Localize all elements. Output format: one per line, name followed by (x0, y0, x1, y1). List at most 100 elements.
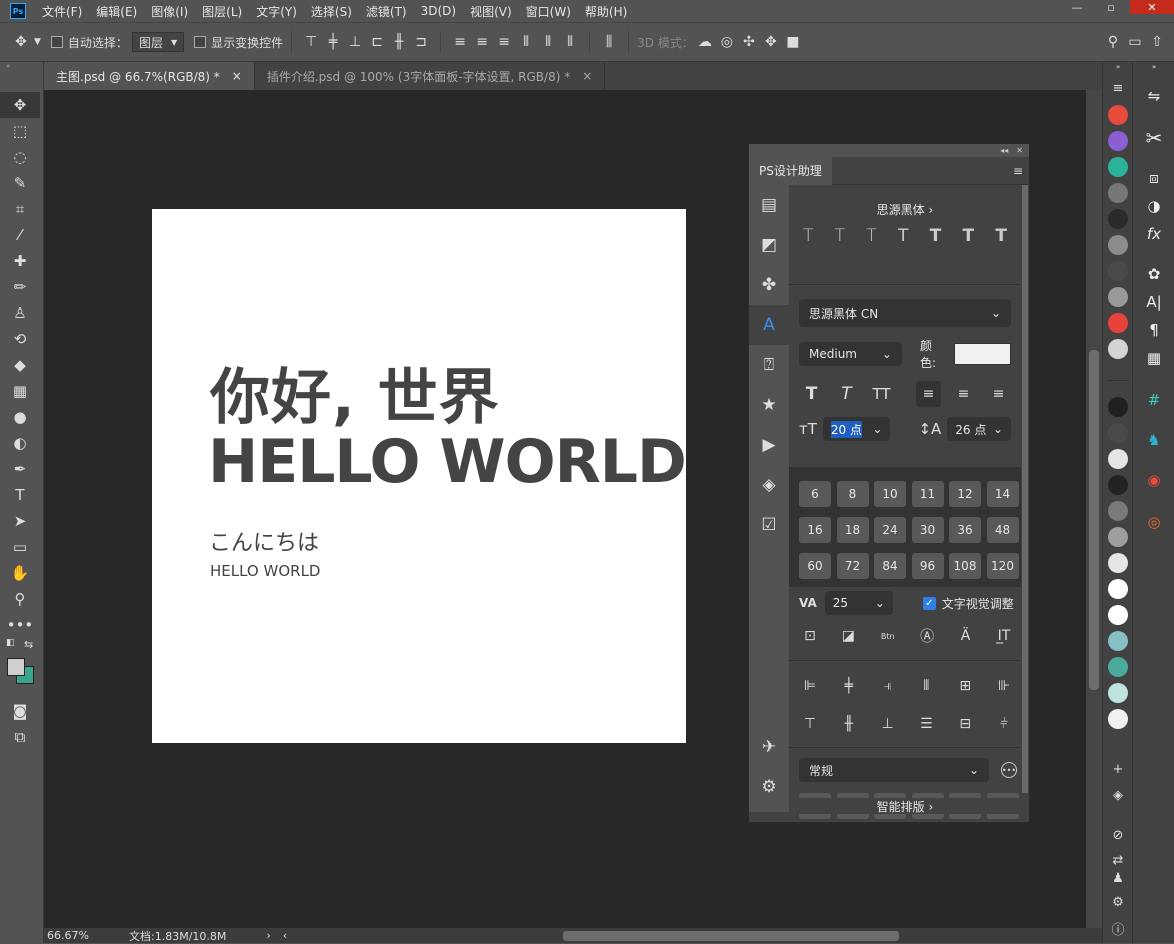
menu-3d[interactable]: 3D(D) (421, 4, 456, 18)
color-swatch[interactable] (1108, 209, 1128, 229)
color-swatch[interactable] (1108, 287, 1128, 307)
checklist-icon[interactable]: ☑ (749, 505, 789, 545)
color-swatch[interactable] (1108, 397, 1128, 417)
horizontal-scrollbar[interactable] (293, 930, 1102, 941)
shapes-icon[interactable]: ◩ (749, 225, 789, 265)
zoom-tool-icon[interactable]: ⚲ (0, 586, 40, 612)
plugin-hash-icon[interactable]: # (1133, 388, 1174, 412)
auto-align-icon[interactable]: ⫼ (598, 31, 620, 53)
color-swatch[interactable] (1108, 105, 1128, 125)
close-panel-icon[interactable]: ✕ (1016, 146, 1023, 155)
menu-type[interactable]: 文字(Y) (256, 3, 297, 20)
layer-distribute-h-icon[interactable]: ⦀ (913, 673, 939, 699)
text-baseline-icon[interactable]: I̲T (991, 623, 1017, 649)
size-preset-button[interactable]: 96 (911, 553, 944, 579)
screen-mode-icon[interactable]: ⧉ (0, 724, 40, 750)
marquee-tool-icon[interactable]: ⬚ (0, 118, 40, 144)
weight-normal[interactable]: T (866, 226, 876, 246)
gradient-tool-icon[interactable]: ▦ (0, 378, 40, 404)
3d-panel-icon[interactable]: ⧈ (1133, 166, 1174, 190)
play-action-icon[interactable]: ▶ (749, 425, 789, 465)
menu-window[interactable]: 窗口(W) (526, 3, 571, 20)
tab-main-psd[interactable]: 主图.psd @ 66.7%(RGB/8) * × (44, 62, 255, 90)
move-tool-icon[interactable]: ✥ (0, 92, 40, 118)
weight-bold[interactable]: T (963, 226, 975, 246)
size-preset-button[interactable]: 10 (874, 481, 906, 507)
line-height-select[interactable]: 26 点 ⌄ (947, 417, 1011, 441)
eyedropper-tool-icon[interactable]: ⁄ (0, 222, 40, 248)
layer-align-top-icon[interactable]: ⊤ (797, 711, 823, 737)
text-layer-chinese[interactable]: 你好, 世界 (210, 349, 500, 436)
settings-gear-icon[interactable]: ⚙ (749, 767, 789, 807)
close-icon[interactable]: × (582, 69, 592, 83)
maximize-icon[interactable]: ▫ (1096, 0, 1126, 14)
color-swatch[interactable] (1108, 183, 1128, 203)
text-frame-icon[interactable]: ◪ (835, 623, 861, 649)
theme-icon[interactable]: ♟ (1103, 868, 1133, 888)
size-preset-button[interactable]: 24 (874, 517, 906, 543)
weight-regular[interactable]: T (898, 226, 908, 246)
info-icon[interactable]: ⓘ (1103, 918, 1133, 938)
tracking-select[interactable]: 25 ⌄ (824, 591, 893, 615)
properties-panel-icon[interactable]: ⇋ (1133, 84, 1174, 108)
more-tools-icon[interactable]: ••• (0, 612, 40, 638)
distribute-top-icon[interactable]: ≡ (449, 31, 471, 53)
weight-extralight[interactable]: T (803, 226, 813, 246)
collapse-icon[interactable]: » (1133, 62, 1174, 72)
size-preset-button[interactable]: 14 (986, 481, 1019, 507)
menu-image[interactable]: 图像(I) (151, 3, 188, 20)
no-color-icon[interactable]: ⊘ (1103, 825, 1133, 845)
font-weight-select[interactable]: Medium ⌄ (799, 342, 902, 366)
layer-align-left-icon[interactable]: ⊫ (797, 673, 823, 699)
size-preset-button[interactable]: 12 (949, 481, 981, 507)
collapse-panel-icon[interactable]: ◂◂ (1000, 146, 1008, 155)
smart-layout-link[interactable]: 智能排版 › (789, 798, 1021, 814)
lasso-tool-icon[interactable]: ◌ (0, 144, 40, 170)
plugin-target-icon[interactable]: ◎ (1133, 510, 1174, 534)
plugin-red-icon[interactable]: ◉ (1133, 468, 1174, 492)
color-swatch[interactable] (1108, 423, 1128, 443)
size-preset-button[interactable]: 30 (911, 517, 944, 543)
fx-styles-panel-icon[interactable]: fx (1133, 222, 1174, 246)
color-swatch[interactable] (1108, 339, 1128, 359)
type-tool-icon[interactable]: T (0, 482, 40, 508)
quick-select-tool-icon[interactable]: ✎ (0, 170, 40, 196)
color-swatch[interactable] (1108, 683, 1128, 703)
stamp-tool-icon[interactable]: ♙ (0, 300, 40, 326)
panel-scrollbar[interactable] (1021, 185, 1029, 812)
auto-select-checkbox[interactable] (50, 36, 63, 48)
share-icon[interactable]: ⇧ (1146, 31, 1168, 53)
menu-view[interactable]: 视图(V) (470, 3, 512, 20)
align-bottom-icon[interactable]: ⊥ (344, 31, 366, 53)
color-swatch[interactable] (1108, 313, 1128, 333)
text-dotted-icon[interactable]: Ä (953, 623, 979, 649)
text-outline-icon[interactable]: Ⓐ (914, 623, 940, 649)
italic-text-icon[interactable]: T (834, 381, 859, 407)
panel-menu-icon[interactable]: ≡ (1103, 78, 1133, 98)
adjustments-panel-icon[interactable]: ◑ (1133, 194, 1174, 218)
3d-pan-icon[interactable]: ✣ (738, 31, 760, 53)
color-swatch[interactable] (1108, 449, 1128, 469)
3d-scale-icon[interactable]: ■ (782, 31, 804, 53)
size-preset-button[interactable]: 108 (949, 553, 981, 579)
blur-tool-icon[interactable]: ● (0, 404, 40, 430)
favorites-star-icon[interactable]: ★ (749, 385, 789, 425)
close-icon[interactable]: × (232, 69, 242, 83)
quick-mask-icon[interactable]: ◙ (0, 698, 40, 724)
tools-plugin-icon[interactable]: ✂ (1133, 126, 1174, 150)
layers-icon[interactable]: ◈ (1103, 785, 1133, 805)
size-preset-button[interactable]: 60 (799, 553, 831, 579)
font-size-select[interactable]: 20 点 ⌄ (822, 417, 891, 441)
layer-space-h-icon[interactable]: ⊪ (991, 673, 1017, 699)
workspace-icon[interactable]: ▭ (1124, 31, 1146, 53)
swap-colors-icon[interactable]: ⇆ (24, 638, 33, 651)
layer-align-bottom-icon[interactable]: ⊥ (875, 711, 901, 737)
vertical-scrollbar[interactable] (1086, 90, 1102, 928)
paragraph-panel-icon[interactable]: ¶ (1133, 318, 1174, 342)
foreground-color-swatch[interactable] (7, 658, 25, 676)
color-panel-icon[interactable]: ✿ (1133, 262, 1174, 286)
align-right-text-icon[interactable]: ≡ (986, 381, 1011, 407)
layer-middle-box-icon[interactable]: ⊟ (952, 711, 978, 737)
weight-medium[interactable]: T (930, 226, 942, 246)
layer-align-hcenter-icon[interactable]: ╪ (836, 673, 862, 699)
